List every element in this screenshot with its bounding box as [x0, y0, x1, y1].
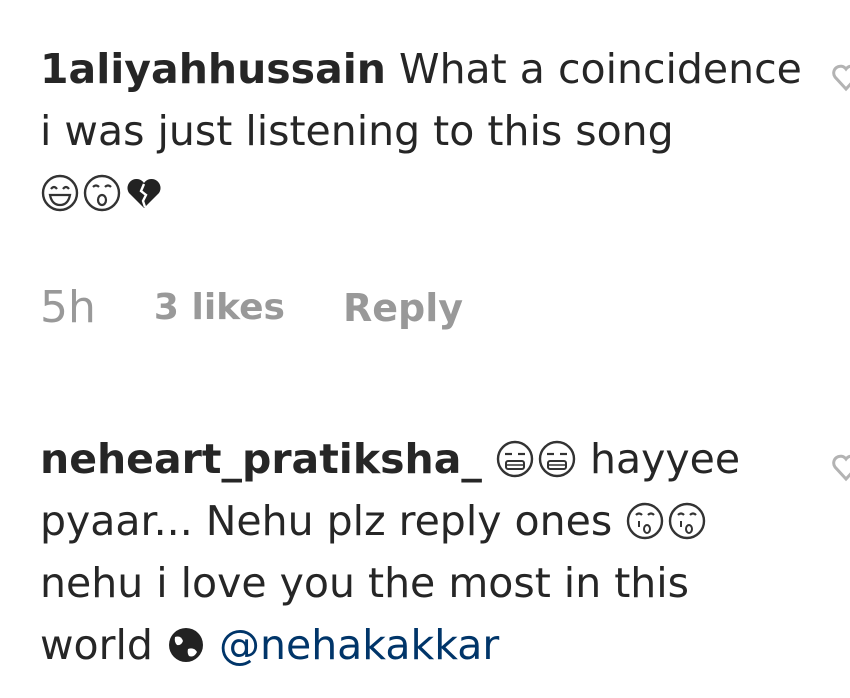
comment-likes-count[interactable]: 3 likes	[154, 287, 285, 328]
earth-globe-emoji-icon	[168, 628, 203, 662]
emoji-group	[495, 439, 577, 479]
comment-item: neheart_pratiksha_ hayyee pyaar... Nehu …	[40, 428, 810, 676]
surprised-emoji-icon	[83, 174, 121, 212]
grinning-sweat-emoji-icon	[496, 440, 534, 478]
emoji-group	[625, 501, 707, 541]
like-heart-icon[interactable]	[832, 62, 850, 92]
kissing-emoji-icon	[627, 502, 664, 540]
laughing-emoji-icon	[41, 174, 79, 212]
comment-meta: 5h 3 likes Reply	[40, 282, 463, 333]
emoji-group	[40, 173, 164, 213]
comment-username[interactable]: 1aliyahhussain	[40, 45, 386, 93]
broken-heart-emoji-icon	[127, 178, 161, 208]
kissing-emoji-icon	[669, 502, 706, 540]
comment-item: 1aliyahhussain What a coincidence i was …	[40, 38, 810, 224]
comment-body: neheart_pratiksha_ hayyee pyaar... Nehu …	[40, 428, 810, 676]
comment-timestamp[interactable]: 5h	[40, 282, 96, 333]
emoji-group	[166, 625, 206, 665]
comment-body: 1aliyahhussain What a coincidence i was …	[40, 38, 810, 224]
reply-button[interactable]: Reply	[343, 286, 463, 330]
user-mention-link[interactable]: @nehakakkar	[219, 621, 499, 669]
like-heart-icon[interactable]	[832, 452, 850, 482]
comment-username[interactable]: neheart_pratiksha_	[40, 435, 482, 483]
grinning-sweat-emoji-icon	[538, 440, 576, 478]
